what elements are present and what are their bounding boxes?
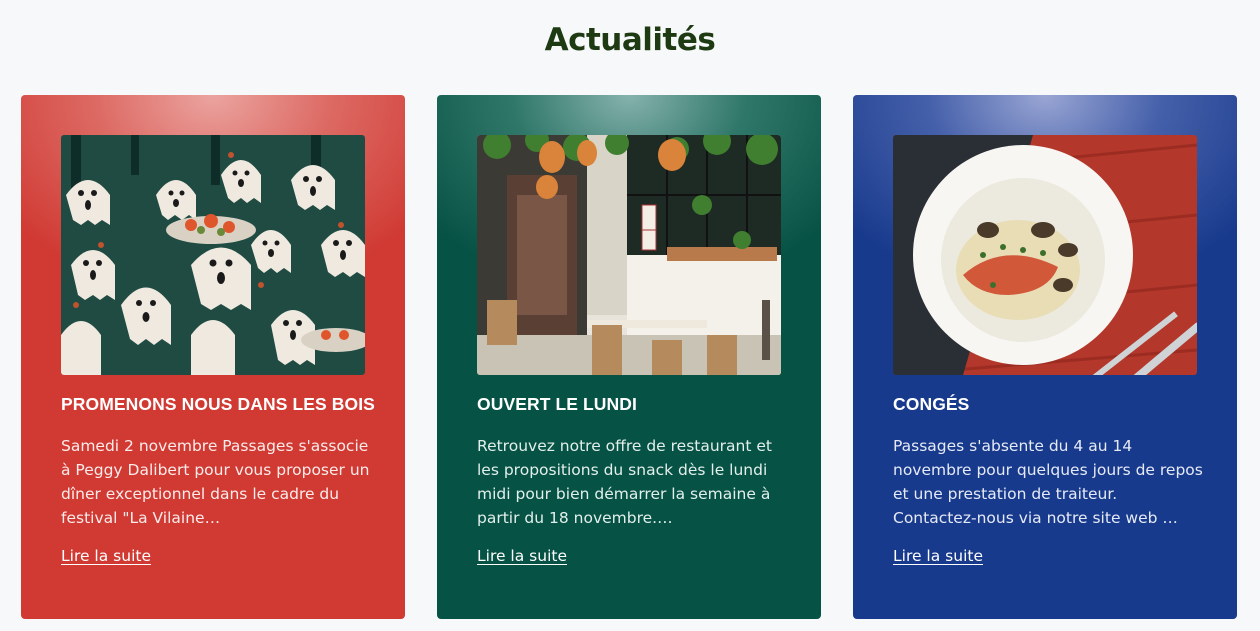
card-title[interactable]: CONGÉS [893,394,1203,415]
news-card-1[interactable]: PROMENONS NOUS DANS LES BOIS Samedi 2 no… [21,95,405,619]
page-title: Actualités [544,22,716,58]
news-card-2[interactable]: OUVERT LE LUNDI Retrouvez notre offre de… [437,95,821,619]
fish-dish-photo [893,135,1197,375]
card-title[interactable]: PROMENONS NOUS DANS LES BOIS [61,394,375,415]
read-more-link[interactable]: Lire la suite [61,547,151,565]
card-title[interactable]: OUVERT LE LUNDI [477,394,787,415]
restaurant-interior-photo [477,135,781,375]
fish-dish-image[interactable] [893,135,1197,375]
restaurant-interior-image[interactable] [477,135,781,375]
ghosts-illustration-image[interactable] [61,135,365,375]
news-card-3[interactable]: CONGÉS Passages s'absente du 4 au 14 nov… [853,95,1237,619]
read-more-link[interactable]: Lire la suite [893,547,983,565]
ghosts-illustration [61,135,365,375]
card-excerpt: Retrouvez notre offre de restaurant et l… [477,437,772,527]
card-excerpt: Samedi 2 novembre Passages s'associe à P… [61,437,370,527]
read-more-link[interactable]: Lire la suite [477,547,567,565]
card-excerpt: Passages s'absente du 4 au 14 novembre p… [893,437,1203,527]
